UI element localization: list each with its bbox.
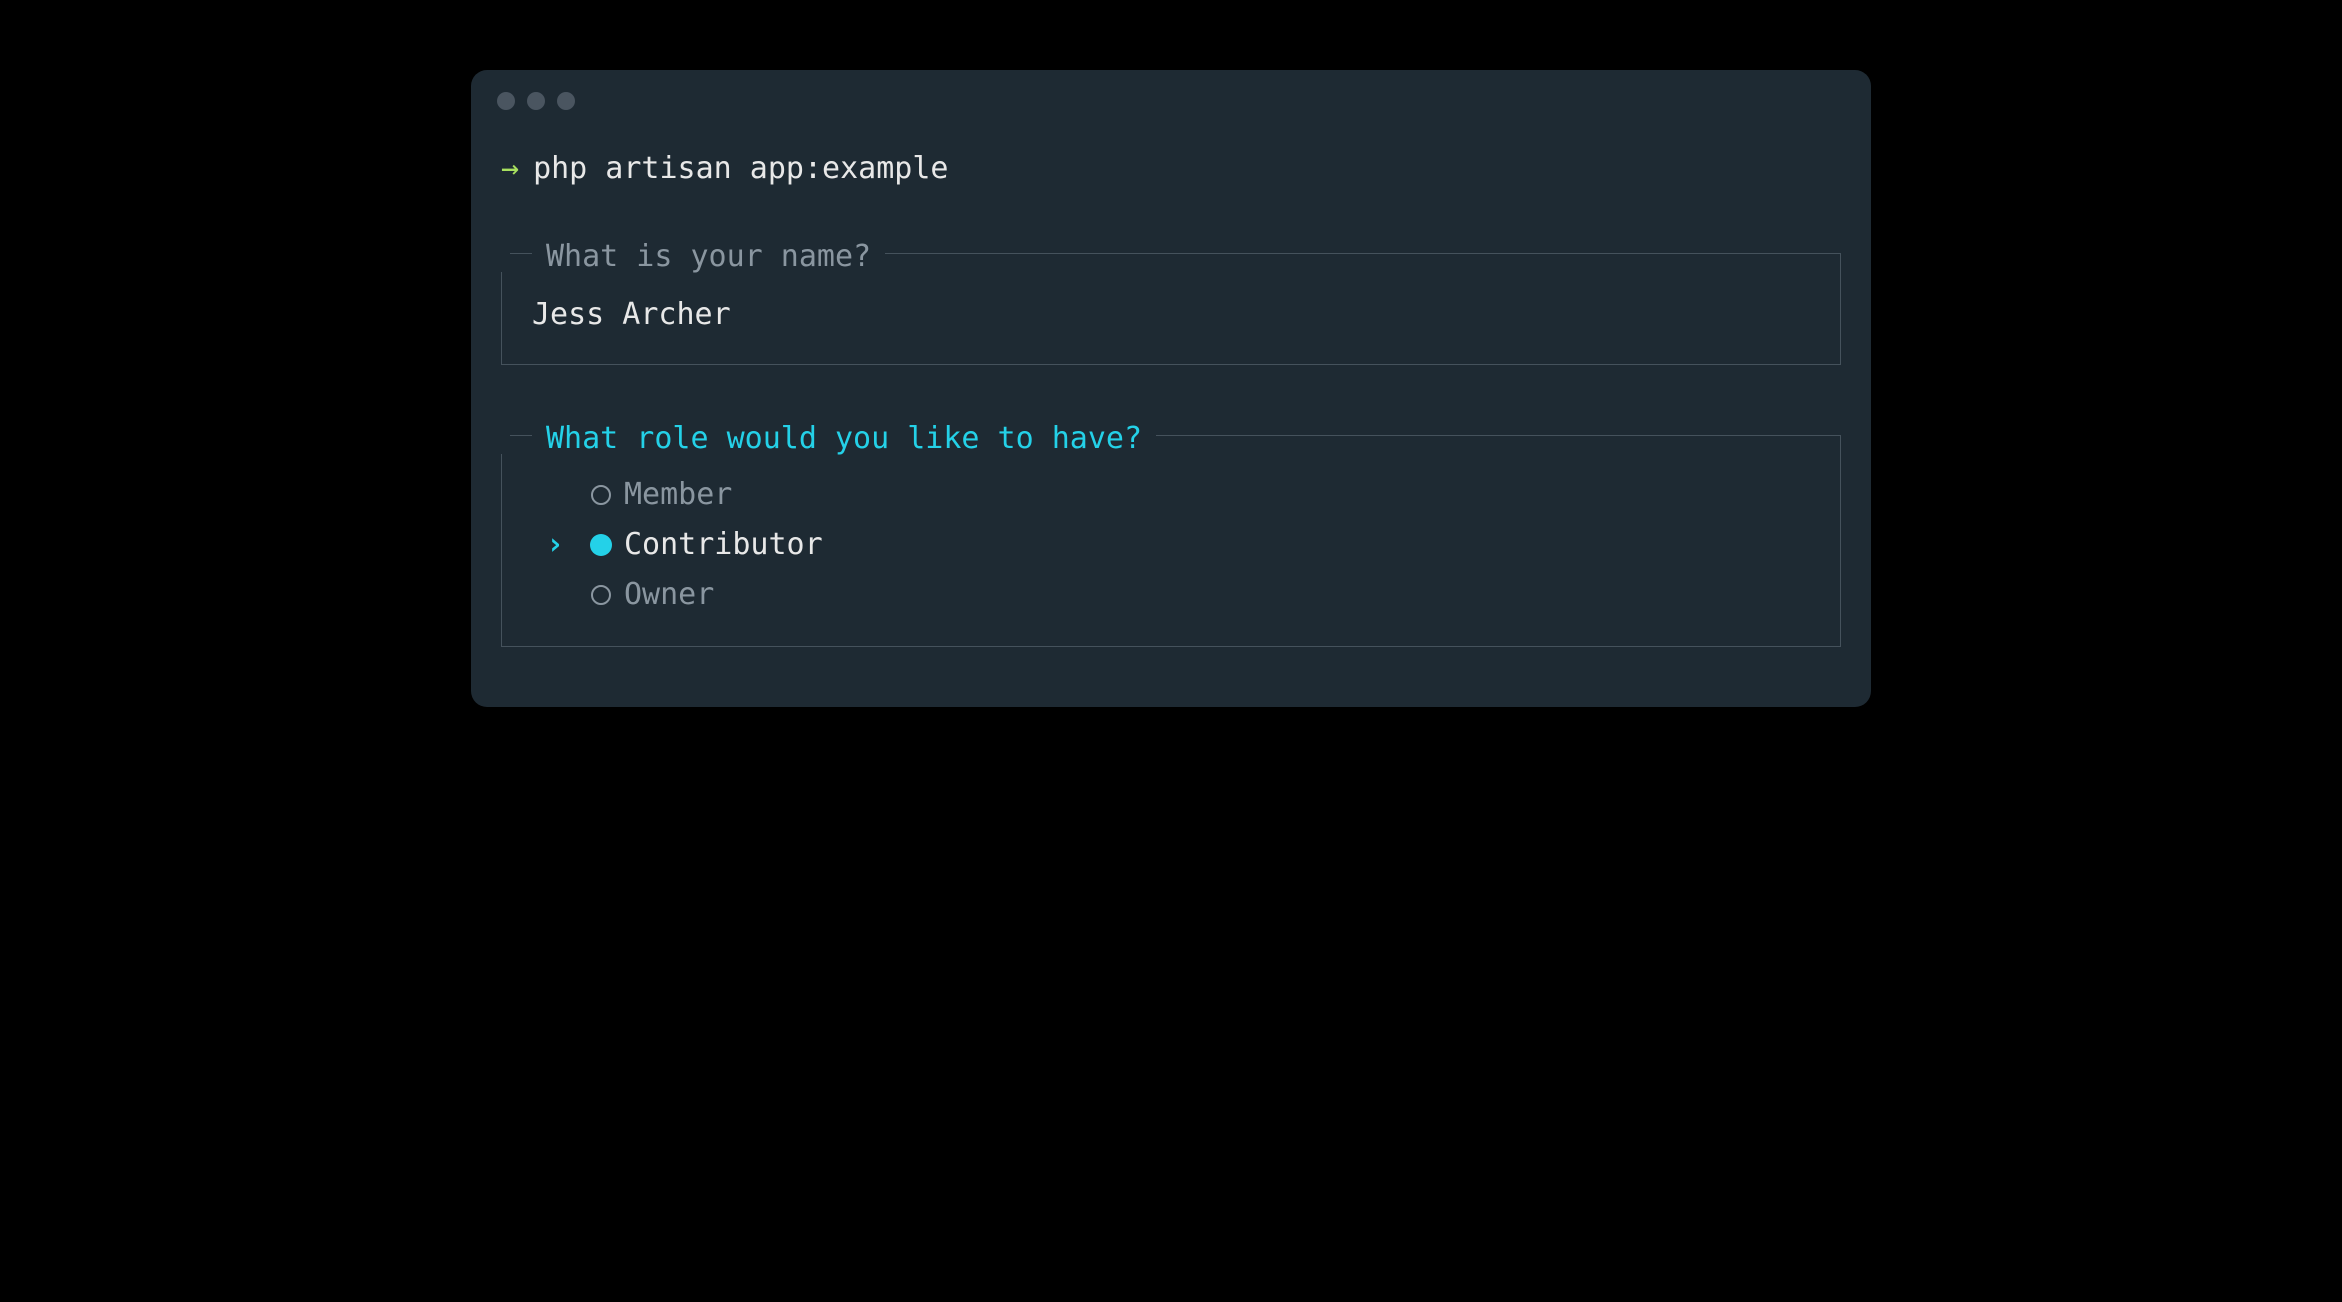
- role-option-list[interactable]: Member › Contributor Owner: [532, 456, 1810, 620]
- radio-checked-icon: [578, 534, 624, 556]
- name-prompt-answer: Jess Archer: [532, 274, 1810, 339]
- role-option-contributor[interactable]: › Contributor: [532, 520, 1810, 570]
- role-prompt-question: What role would you like to have?: [532, 416, 1156, 463]
- option-label: Contributor: [624, 522, 823, 569]
- role-option-owner[interactable]: Owner: [532, 570, 1810, 620]
- command-text: php artisan app:example: [533, 146, 948, 193]
- radio-unchecked-icon: [578, 485, 624, 505]
- role-option-member[interactable]: Member: [532, 470, 1810, 520]
- terminal-content[interactable]: → php artisan app:example What is your n…: [471, 110, 1871, 707]
- option-label: Member: [624, 472, 732, 519]
- role-prompt-box: What role would you like to have? Member…: [501, 435, 1841, 647]
- close-icon[interactable]: [497, 92, 515, 110]
- command-line: → php artisan app:example: [501, 146, 1841, 193]
- name-prompt-box: What is your name? Jess Archer: [501, 253, 1841, 366]
- cursor-icon: ›: [532, 522, 578, 569]
- window-titlebar: [471, 70, 1871, 110]
- terminal-window: → php artisan app:example What is your n…: [471, 70, 1871, 707]
- name-prompt-question: What is your name?: [532, 234, 885, 281]
- radio-unchecked-icon: [578, 585, 624, 605]
- option-label: Owner: [624, 572, 714, 619]
- prompt-arrow-icon: →: [501, 146, 519, 193]
- maximize-icon[interactable]: [557, 92, 575, 110]
- minimize-icon[interactable]: [527, 92, 545, 110]
